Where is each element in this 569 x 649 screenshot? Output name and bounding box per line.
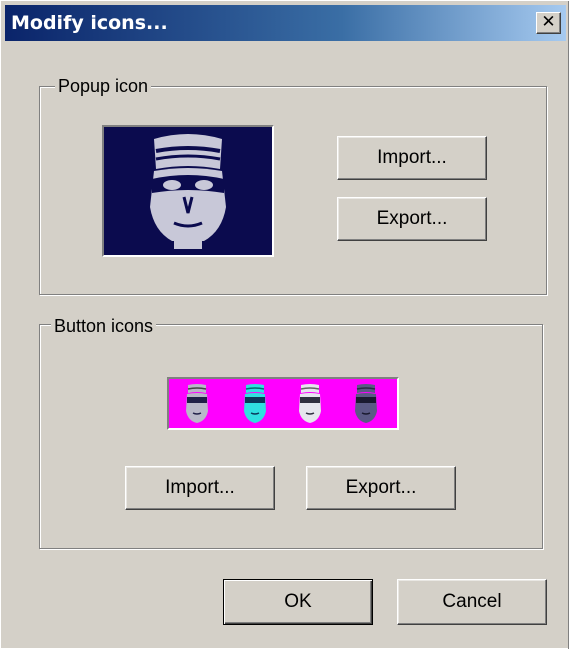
popup-icon-group-label: Popup icon	[55, 76, 152, 96]
modify-icons-dialog: Modify icons... ✕ Popup icon Import... E…	[0, 0, 569, 649]
masked-robber-icon	[150, 134, 226, 249]
close-icon: ✕	[541, 12, 556, 32]
close-button[interactable]: ✕	[536, 12, 561, 34]
button-icons-group	[39, 324, 543, 549]
button-icons-preview	[167, 377, 399, 430]
popup-export-button[interactable]: Export...	[337, 197, 487, 241]
ok-button[interactable]: OK	[223, 579, 373, 625]
window-title: Modify icons...	[11, 12, 168, 34]
popup-import-button[interactable]: Import...	[337, 136, 487, 180]
masked-robber-white-icon	[299, 384, 321, 423]
cancel-button[interactable]: Cancel	[397, 579, 547, 625]
title-bar[interactable]: Modify icons... ✕	[5, 5, 566, 41]
masked-robber-dark-icon	[355, 384, 377, 423]
masked-robber-cyan-icon	[244, 384, 266, 423]
button-icons-group-label: Button icons	[51, 316, 157, 336]
button-icons-export-button[interactable]: Export...	[306, 466, 456, 510]
popup-icon-preview	[102, 125, 274, 257]
masked-robber-gray-icon	[186, 384, 208, 423]
button-icons-import-button[interactable]: Import...	[125, 466, 275, 510]
